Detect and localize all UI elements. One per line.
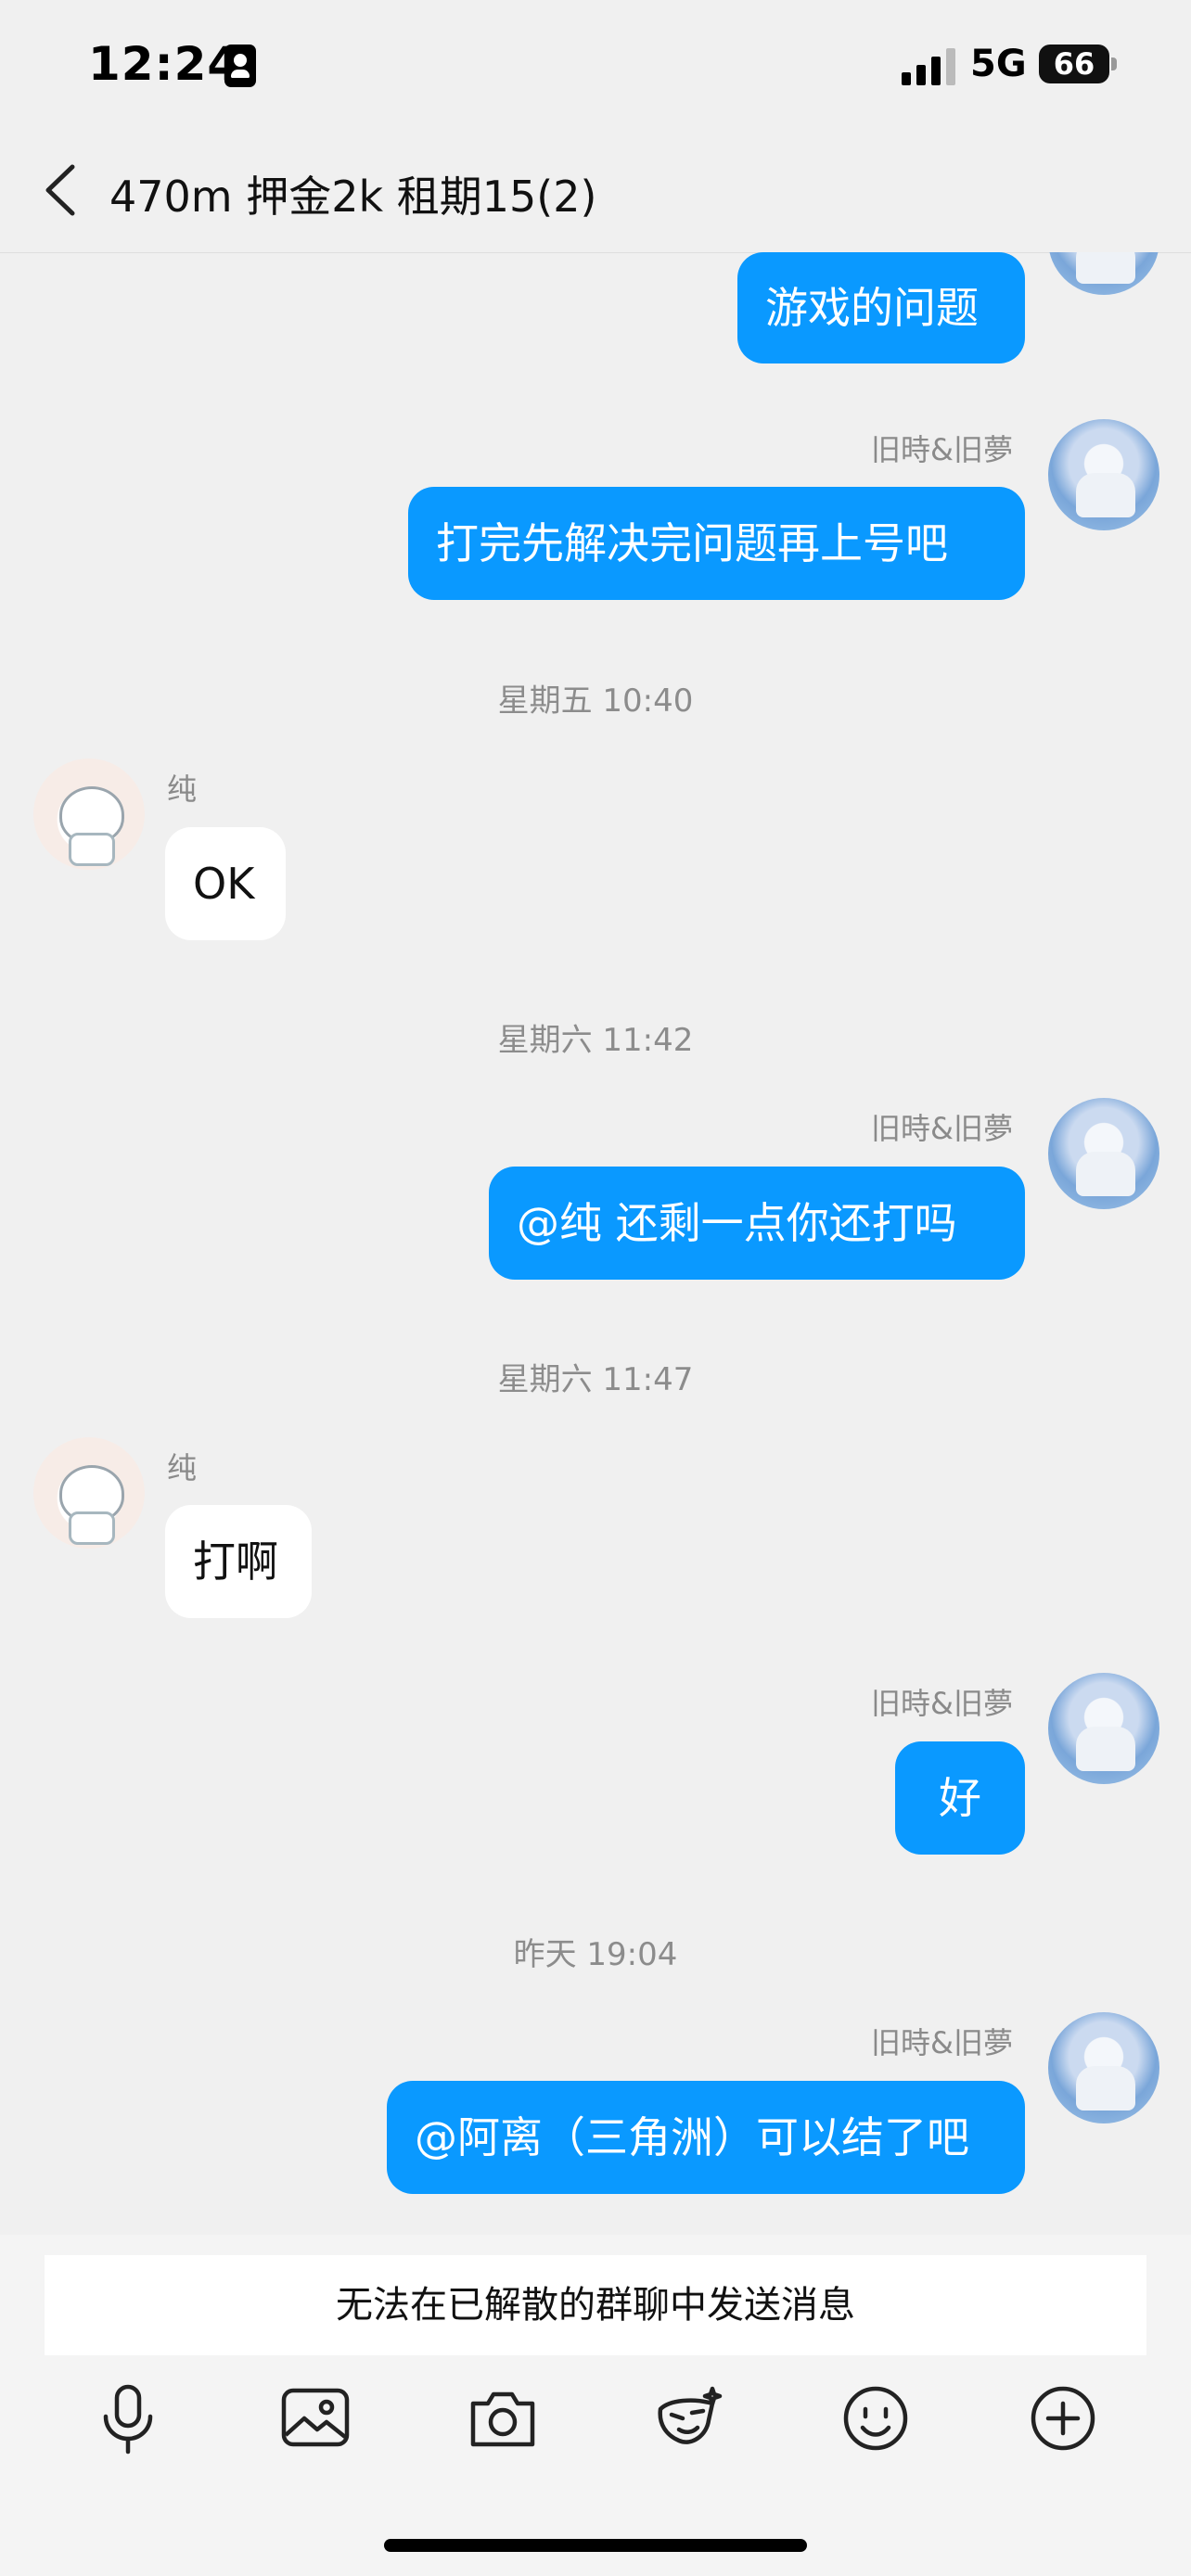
sender-name: 旧時&旧夢 bbox=[871, 1111, 1013, 1146]
timestamp: 星期六 11:42 bbox=[497, 1022, 694, 1059]
avatar-self[interactable] bbox=[1048, 419, 1159, 530]
header-divider bbox=[0, 252, 1191, 253]
timestamp: 星期六 11:47 bbox=[497, 1361, 694, 1398]
message-bubble-incoming[interactable]: 打啊 bbox=[165, 1505, 312, 1618]
message-bubble-incoming[interactable]: OK bbox=[165, 827, 286, 940]
sender-name: 纯 bbox=[167, 772, 198, 807]
message-bubble-outgoing[interactable]: @阿离（三角洲）可以结了吧 bbox=[387, 2081, 1025, 2194]
signal-icon bbox=[902, 48, 957, 85]
sender-name: 旧時&旧夢 bbox=[871, 432, 1013, 467]
message-bubble-outgoing[interactable]: 打完先解决完问题再上号吧 bbox=[408, 487, 1025, 600]
sender-name: 旧時&旧夢 bbox=[871, 1686, 1013, 1721]
avatar-self[interactable] bbox=[1048, 1098, 1159, 1209]
message-bubble-outgoing[interactable]: 游戏的问题 bbox=[737, 252, 1025, 363]
avatar-self[interactable] bbox=[1048, 1673, 1159, 1784]
back-button[interactable] bbox=[37, 158, 93, 223]
plus-icon[interactable] bbox=[1026, 2381, 1100, 2455]
battery-icon: 66 bbox=[1039, 45, 1109, 83]
chat-title: 470m 押金2k 租期15(2) bbox=[109, 172, 597, 222]
avatar-self[interactable] bbox=[1048, 252, 1159, 295]
avatar-pure[interactable] bbox=[33, 759, 145, 870]
disabled-notice: 无法在已解散的群聊中发送消息 bbox=[45, 2255, 1146, 2355]
message-bubble-outgoing[interactable]: @纯 还剩一点你还打吗 bbox=[489, 1167, 1025, 1280]
home-indicator[interactable] bbox=[384, 2539, 807, 2552]
network-type: 5G bbox=[970, 43, 1027, 85]
battery-tip bbox=[1111, 57, 1117, 70]
camera-icon[interactable] bbox=[466, 2381, 540, 2455]
image-icon[interactable] bbox=[278, 2381, 352, 2455]
contact-card-icon bbox=[224, 45, 256, 87]
timestamp: 星期五 10:40 bbox=[497, 682, 694, 720]
status-time: 12:24 bbox=[88, 37, 241, 91]
avatar-pure[interactable] bbox=[33, 1437, 145, 1549]
message-bubble-outgoing[interactable]: 好 bbox=[895, 1741, 1025, 1855]
sender-name: 旧時&旧夢 bbox=[871, 2025, 1013, 2060]
avatar-self[interactable] bbox=[1048, 2012, 1159, 2123]
sticker-icon[interactable] bbox=[651, 2381, 725, 2455]
sender-name: 纯 bbox=[167, 1450, 198, 1486]
emoji-icon[interactable] bbox=[839, 2381, 913, 2455]
chevron-left-icon bbox=[45, 164, 75, 216]
timestamp: 昨天 19:04 bbox=[513, 1936, 678, 1973]
microphone-icon[interactable] bbox=[91, 2381, 165, 2455]
